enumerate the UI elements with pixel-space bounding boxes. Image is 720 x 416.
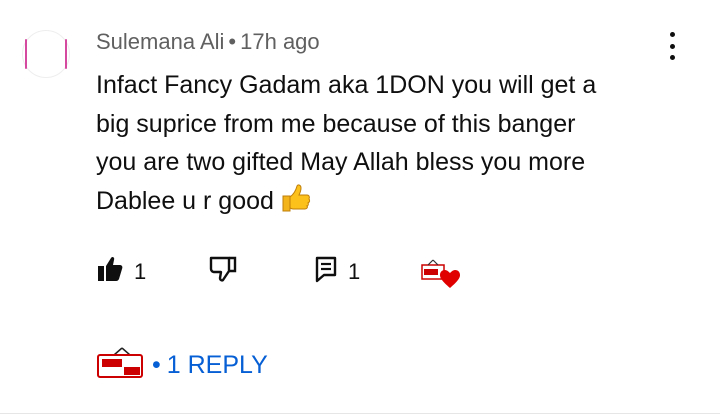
comment-line: Infact Fancy Gadam aka 1DON you will get… xyxy=(96,71,597,99)
like-button[interactable]: 1 xyxy=(96,255,146,288)
avatar-decoration xyxy=(65,39,67,69)
creator-heart-badge xyxy=(418,257,462,294)
reply-comment-icon xyxy=(314,255,338,288)
divider xyxy=(0,413,720,414)
reply-count: 1 xyxy=(348,258,361,284)
comment-actions: 1 1 xyxy=(0,255,720,288)
avatar-decoration xyxy=(25,39,27,69)
commenter-avatar[interactable] xyxy=(22,30,70,78)
meta-separator: • xyxy=(228,29,237,54)
channel-logo-icon xyxy=(96,346,144,385)
comment-time: 17h ago xyxy=(240,29,320,54)
replies-label[interactable]: 1 REPLY xyxy=(167,351,268,380)
comment-line-last: Dablee u r good xyxy=(96,182,696,225)
author-name[interactable]: Sulemana Ali xyxy=(96,29,224,54)
like-count: 1 xyxy=(134,258,147,284)
creator-heart-icon xyxy=(418,257,462,294)
comment-meta: Sulemana Ali • 17h ago xyxy=(96,29,320,55)
thumbs-up-icon xyxy=(96,255,124,288)
view-replies-button[interactable]: • 1 REPLY xyxy=(96,346,268,385)
reply-button[interactable]: 1 xyxy=(314,255,360,288)
thumbs-up-emoji-icon xyxy=(280,183,312,225)
dislike-button[interactable] xyxy=(208,255,238,288)
more-options-icon[interactable] xyxy=(662,32,682,60)
comment-line: big suprice from me because of this bang… xyxy=(96,109,576,138)
thumbs-down-icon xyxy=(208,255,238,288)
replies-separator: • xyxy=(152,351,161,379)
comment-line: you are two gifted May Allah bless you m… xyxy=(96,148,586,176)
comment-text: Infact Fancy Gadam aka 1DON you will get… xyxy=(96,66,696,224)
comment-line-text: Dablee u r good xyxy=(96,186,274,215)
